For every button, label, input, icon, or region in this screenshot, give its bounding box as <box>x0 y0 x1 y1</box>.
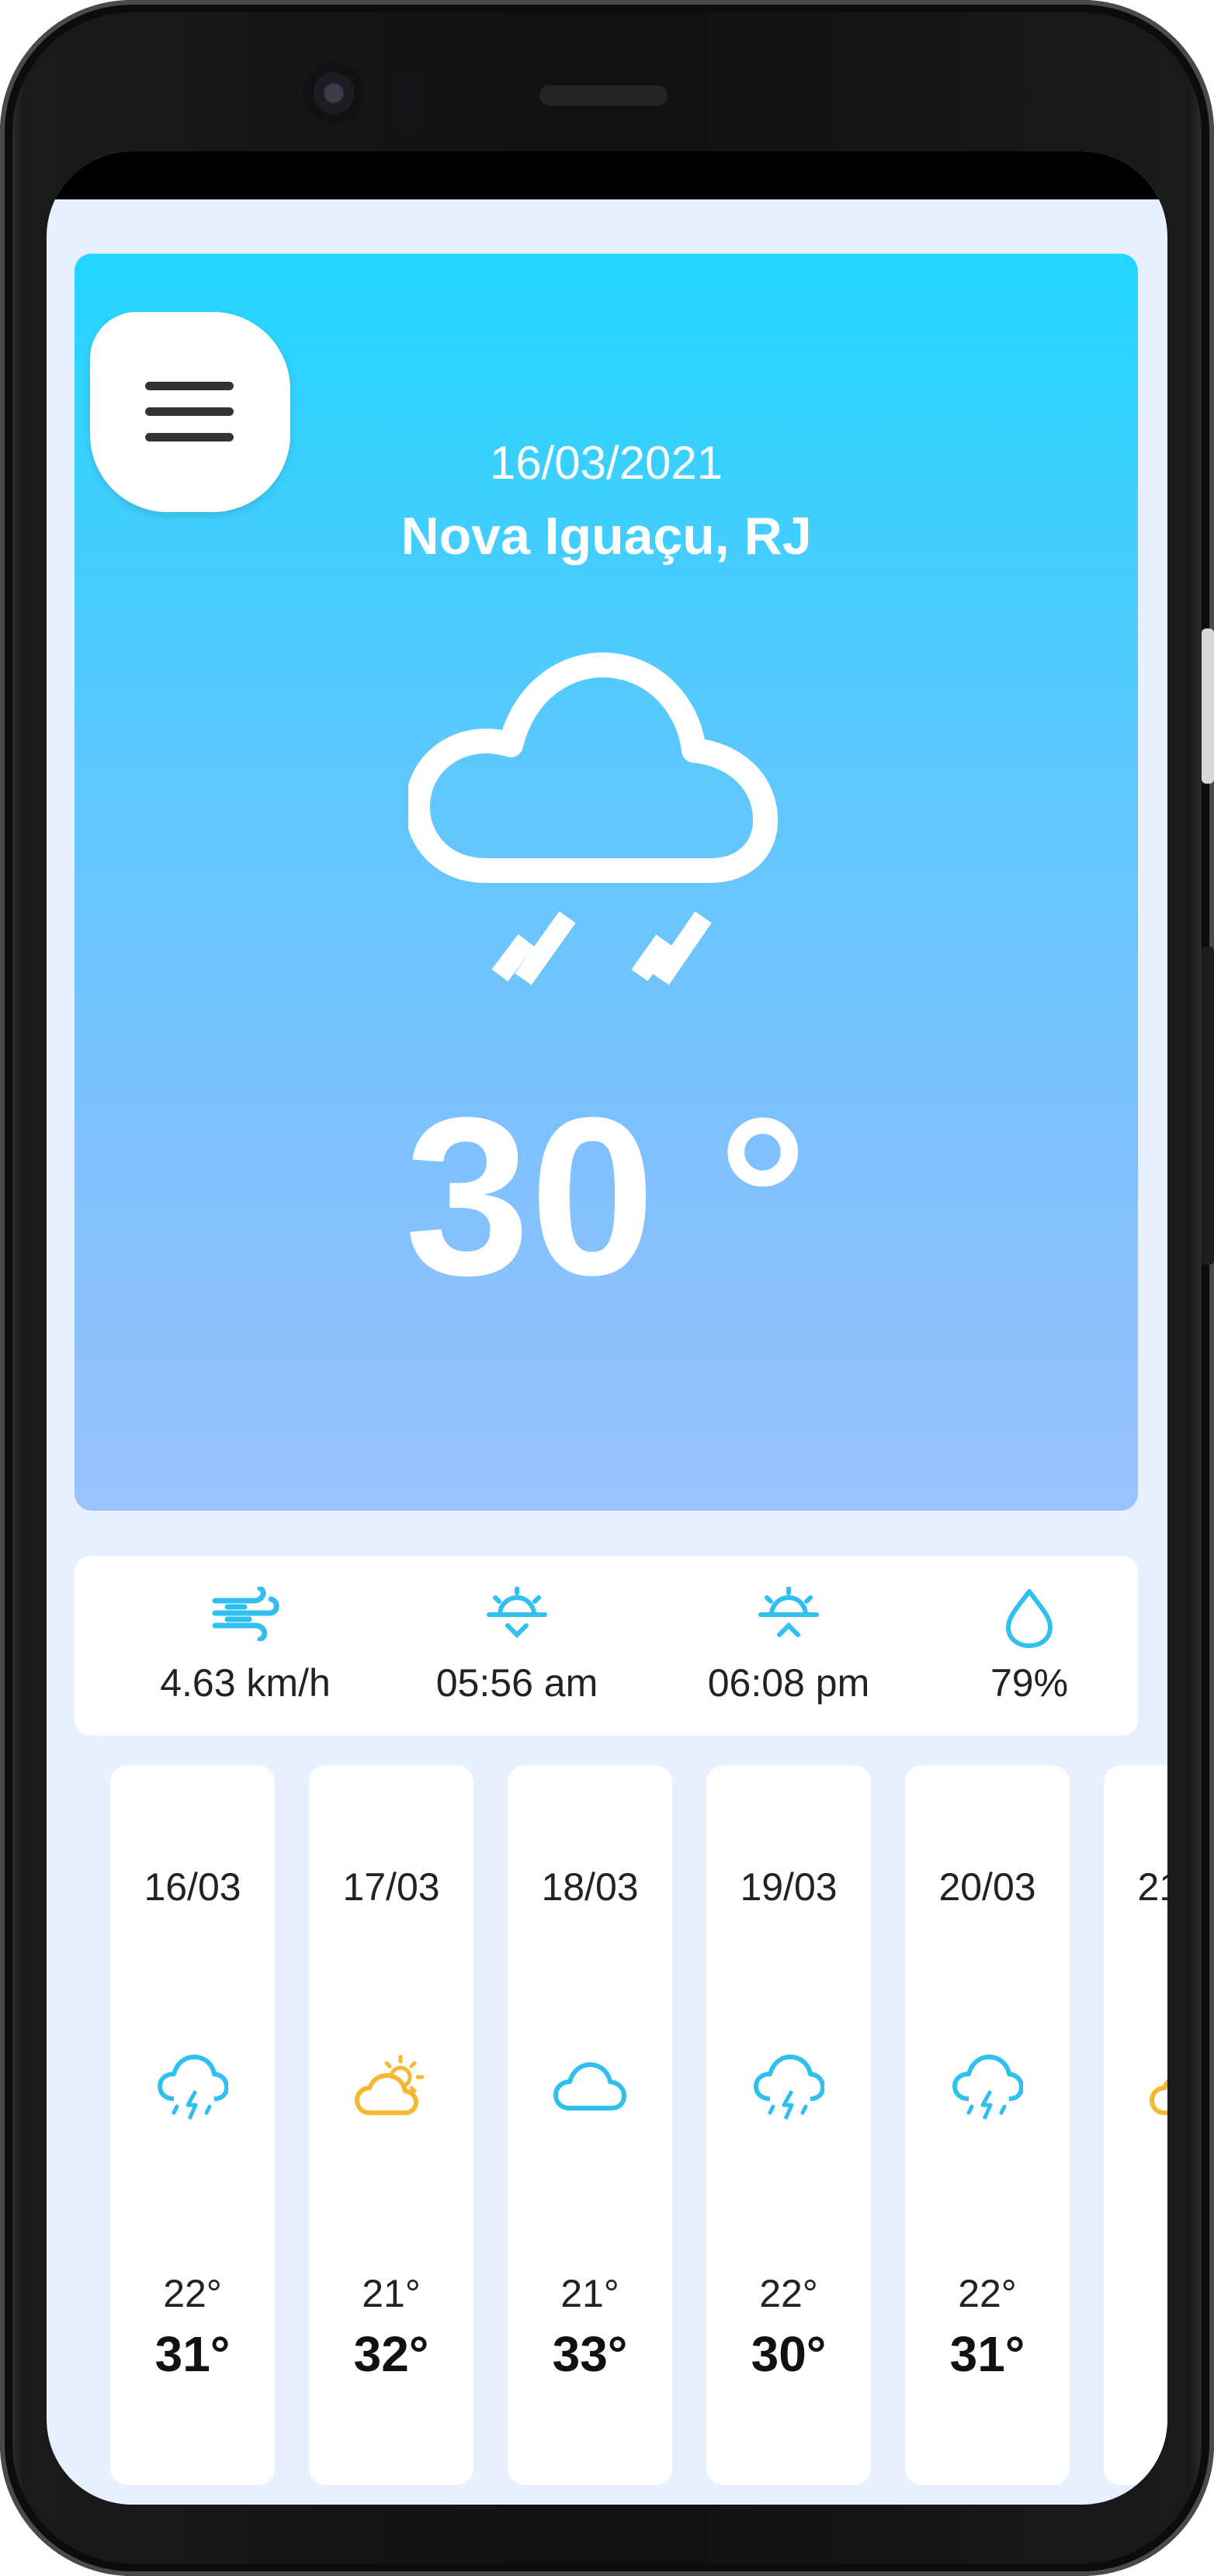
sunrise-time: 05:56 am <box>435 1661 598 1705</box>
forecast-card[interactable]: 18/03 21° 33° <box>508 1765 672 2485</box>
weather-details-bar: 4.63 km/h 05:56 am 06:08 pm 79% <box>75 1556 1138 1736</box>
volume-button <box>1202 628 1214 784</box>
forecast-max-temp: 33° <box>552 2326 628 2382</box>
thunderstorm-icon <box>952 2055 1023 2121</box>
forecast-max-temp: 32° <box>353 2326 429 2382</box>
forecast-card[interactable]: 20/03 22° 31° <box>905 1765 1070 2485</box>
wind-detail: 4.63 km/h <box>144 1556 346 1736</box>
partly-cloudy-icon <box>1150 2079 1167 2115</box>
sunset-detail: 06:08 pm <box>688 1556 890 1736</box>
humidity-value: 79% <box>990 1661 1069 1705</box>
humidity-detail: 79% <box>952 1556 1107 1736</box>
wind-speed-value: 4.63 km/h <box>160 1661 331 1705</box>
front-camera <box>303 62 365 124</box>
partly-cloudy-icon <box>355 2055 425 2115</box>
forecast-min-temp: 21° <box>362 2272 421 2315</box>
current-date: 16/03/2021 <box>489 437 723 489</box>
city-name: Nova Iguaçu, RJ <box>401 507 812 566</box>
wind-icon <box>212 1587 279 1641</box>
status-bar <box>47 151 1167 199</box>
forecast-card[interactable]: 17/03 21° 32° <box>309 1765 473 2485</box>
forecast-min-temp: 21° <box>560 2272 619 2315</box>
phone-frame: 16/03/2021 Nova Iguaçu, RJ 30 ° 4.63 km/… <box>0 0 1214 2576</box>
forecast-date: 21/03 <box>1137 1865 1167 1909</box>
proximity-sensor <box>392 74 423 128</box>
current-weather-card: 16/03/2021 Nova Iguaçu, RJ 30 ° <box>75 254 1138 1511</box>
sunset-time: 06:08 pm <box>707 1661 870 1705</box>
forecast-date: 18/03 <box>541 1865 639 1909</box>
forecast-max-temp: 31° <box>154 2326 231 2382</box>
forecast-min-temp: 2 <box>1104 2271 1167 2316</box>
thunderstorm-icon <box>158 2055 228 2121</box>
forecast-max-temp: 30° <box>751 2326 827 2382</box>
forecast-card[interactable]: 21/03 2 3 <box>1104 1765 1167 2485</box>
sunset-icon <box>758 1587 819 1637</box>
app-screen: 16/03/2021 Nova Iguaçu, RJ 30 ° 4.63 km/… <box>47 151 1167 2505</box>
sunrise-icon <box>487 1587 547 1639</box>
thunderstorm-icon <box>754 2055 824 2121</box>
forecast-card[interactable]: 16/03 22° 31° <box>110 1765 275 2485</box>
power-button <box>1202 947 1214 1265</box>
forecast-min-temp: 22° <box>958 2272 1017 2315</box>
forecast-date: 16/03 <box>144 1865 241 1909</box>
forecast-card[interactable]: 19/03 22° 30° <box>706 1765 871 2485</box>
current-temperature: 30 ° <box>404 1071 808 1322</box>
forecast-max-temp: 3 <box>1104 2325 1167 2383</box>
forecast-min-temp: 22° <box>163 2272 222 2315</box>
cloud-icon <box>553 2062 626 2110</box>
humidity-drop-icon <box>1006 1589 1053 1648</box>
forecast-date: 20/03 <box>938 1865 1036 1909</box>
forecast-max-temp: 31° <box>949 2326 1025 2382</box>
sunrise-detail: 05:56 am <box>416 1556 618 1736</box>
earpiece-speaker <box>539 85 668 106</box>
forecast-min-temp: 22° <box>759 2272 818 2315</box>
cloud-rain-icon <box>408 653 778 985</box>
forecast-date: 17/03 <box>342 1865 440 1909</box>
forecast-date: 19/03 <box>740 1865 838 1909</box>
